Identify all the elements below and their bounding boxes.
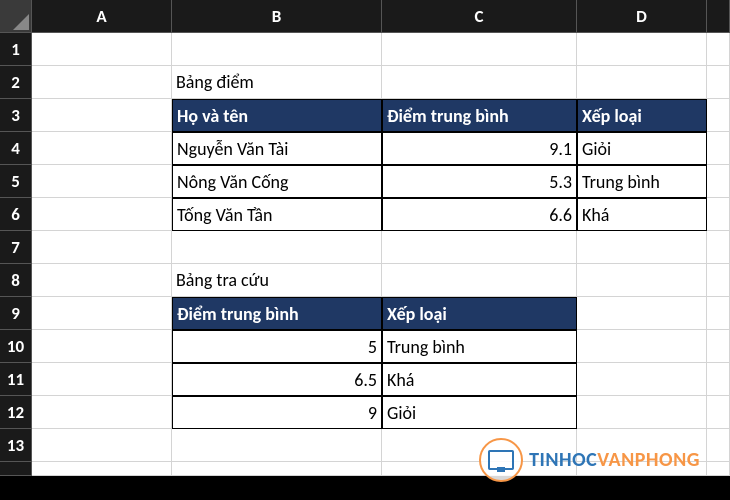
col-header-C[interactable]: C <box>382 0 577 33</box>
cell-A4[interactable] <box>32 132 172 165</box>
cell-E10[interactable] <box>707 330 730 363</box>
cell-C6[interactable]: 6.6 <box>382 198 577 231</box>
cell-E7[interactable] <box>707 231 730 264</box>
col-header-D[interactable]: D <box>577 0 707 33</box>
cell-D12[interactable] <box>577 396 707 429</box>
cell-C9[interactable]: Xếp loại <box>382 297 577 330</box>
row-header-11[interactable]: 11 <box>0 363 32 396</box>
cell-E9[interactable] <box>707 297 730 330</box>
cell-D8[interactable] <box>577 264 707 297</box>
cell-D5[interactable]: Trung bình <box>577 165 707 198</box>
cell-B9[interactable]: Điểm trung bình <box>172 297 382 330</box>
cell-B5[interactable]: Nông Văn Cống <box>172 165 382 198</box>
cell-B11[interactable]: 6.5 <box>172 363 382 396</box>
col-header-B[interactable]: B <box>172 0 382 33</box>
cell-A1[interactable] <box>32 33 172 66</box>
col-header-E[interactable] <box>707 0 730 33</box>
row-header-14[interactable] <box>0 462 32 476</box>
cell-E8[interactable] <box>707 264 730 297</box>
row-header-7[interactable]: 7 <box>0 231 32 264</box>
row-header-13[interactable]: 13 <box>0 429 32 462</box>
cell-A7[interactable] <box>32 231 172 264</box>
cell-D13[interactable] <box>577 429 707 462</box>
cell-A8[interactable] <box>32 264 172 297</box>
cell-A12[interactable] <box>32 396 172 429</box>
cell-D11[interactable] <box>577 363 707 396</box>
cell-E5[interactable] <box>707 165 730 198</box>
cell-B12[interactable]: 9 <box>172 396 382 429</box>
cell-E12[interactable] <box>707 396 730 429</box>
row-header-12[interactable]: 12 <box>0 396 32 429</box>
cell-C7[interactable] <box>382 231 577 264</box>
cell-E14[interactable] <box>707 462 730 476</box>
spreadsheet-grid[interactable]: A B C D 1 2 Bảng điểm 3 Họ và tên Điểm t… <box>0 0 730 495</box>
cell-B2[interactable]: Bảng điểm <box>172 66 382 99</box>
cell-C13[interactable] <box>382 429 577 462</box>
cell-E6[interactable] <box>707 198 730 231</box>
cell-A9[interactable] <box>32 297 172 330</box>
cell-C4[interactable]: 9.1 <box>382 132 577 165</box>
cell-A3[interactable] <box>32 99 172 132</box>
cell-E2[interactable] <box>707 66 730 99</box>
cell-D9[interactable] <box>577 297 707 330</box>
cell-C2[interactable] <box>382 66 577 99</box>
cell-C14[interactable] <box>382 462 577 476</box>
cell-A6[interactable] <box>32 198 172 231</box>
cell-C8[interactable] <box>382 264 577 297</box>
cell-D14[interactable] <box>577 462 707 476</box>
row-header-8[interactable]: 8 <box>0 264 32 297</box>
cell-B3[interactable]: Họ và tên <box>172 99 382 132</box>
cell-B4[interactable]: Nguyễn Văn Tài <box>172 132 382 165</box>
cell-A11[interactable] <box>32 363 172 396</box>
row-header-2[interactable]: 2 <box>0 66 32 99</box>
row-header-1[interactable]: 1 <box>0 33 32 66</box>
cell-A2[interactable] <box>32 66 172 99</box>
row-header-3[interactable]: 3 <box>0 99 32 132</box>
cell-C10[interactable]: Trung bình <box>382 330 577 363</box>
cell-C12[interactable]: Giỏi <box>382 396 577 429</box>
cell-C5[interactable]: 5.3 <box>382 165 577 198</box>
cell-C1[interactable] <box>382 33 577 66</box>
row-header-9[interactable]: 9 <box>0 297 32 330</box>
cell-B10[interactable]: 5 <box>172 330 382 363</box>
cell-E11[interactable] <box>707 363 730 396</box>
cell-E13[interactable] <box>707 429 730 462</box>
cell-D6[interactable]: Khá <box>577 198 707 231</box>
cell-A5[interactable] <box>32 165 172 198</box>
cell-B7[interactable] <box>172 231 382 264</box>
cell-B14[interactable] <box>172 462 382 476</box>
cell-D7[interactable] <box>577 231 707 264</box>
cell-D1[interactable] <box>577 33 707 66</box>
row-header-5[interactable]: 5 <box>0 165 32 198</box>
col-header-A[interactable]: A <box>32 0 172 33</box>
cell-D3[interactable]: Xếp loại <box>577 99 707 132</box>
cell-B6[interactable]: Tống Văn Tần <box>172 198 382 231</box>
cell-D10[interactable] <box>577 330 707 363</box>
cell-D4[interactable]: Giỏi <box>577 132 707 165</box>
cell-A10[interactable] <box>32 330 172 363</box>
cell-E1[interactable] <box>707 33 730 66</box>
row-header-4[interactable]: 4 <box>0 132 32 165</box>
cell-A13[interactable] <box>32 429 172 462</box>
select-all-corner[interactable] <box>0 0 32 33</box>
row-header-10[interactable]: 10 <box>0 330 32 363</box>
row-header-6[interactable]: 6 <box>0 198 32 231</box>
cell-E3[interactable] <box>707 99 730 132</box>
cell-B8[interactable]: Bảng tra cứu <box>172 264 382 297</box>
cell-C11[interactable]: Khá <box>382 363 577 396</box>
cell-B13[interactable] <box>172 429 382 462</box>
cell-A14[interactable] <box>32 462 172 476</box>
cell-E4[interactable] <box>707 132 730 165</box>
cell-B1[interactable] <box>172 33 382 66</box>
cell-D2[interactable] <box>577 66 707 99</box>
cell-C3[interactable]: Điểm trung bình <box>382 99 577 132</box>
